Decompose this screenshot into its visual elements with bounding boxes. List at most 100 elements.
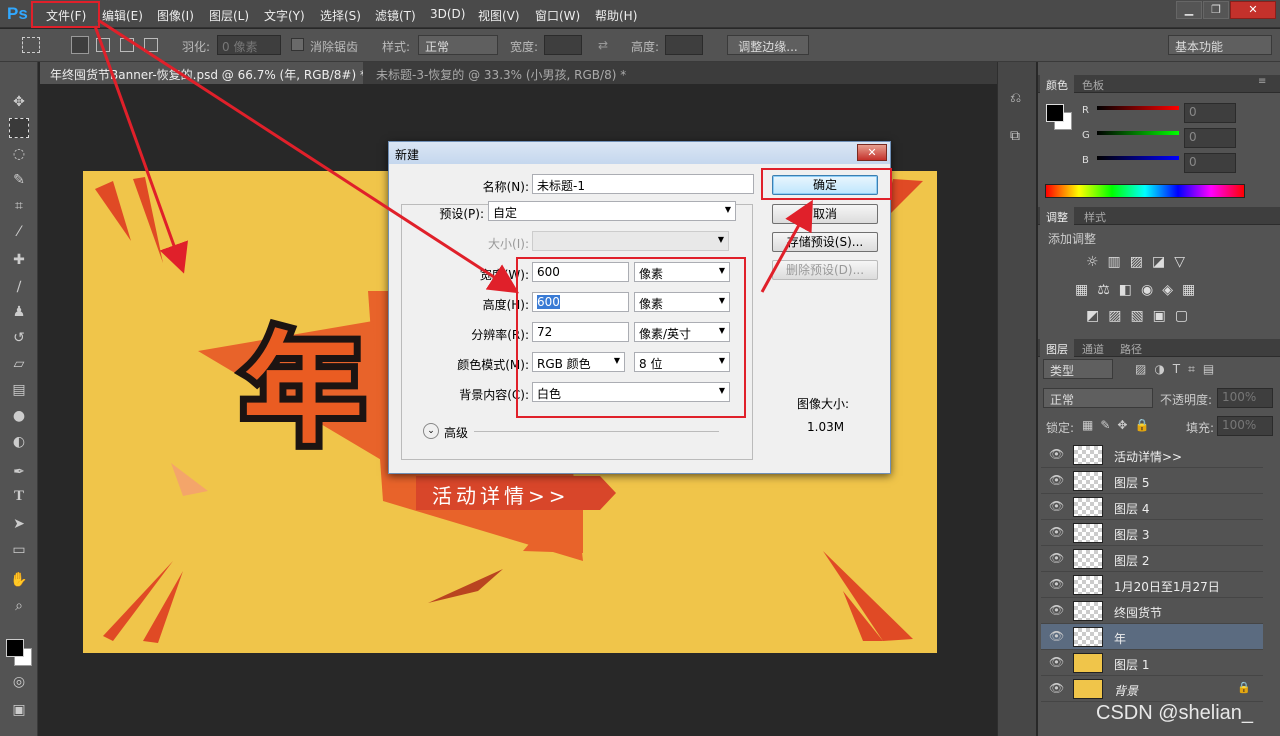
tab-color[interactable]: 颜色 bbox=[1040, 75, 1074, 95]
brush-tool-icon[interactable]: ∕ bbox=[9, 277, 29, 297]
visibility-eye-icon[interactable]: 👁 bbox=[1049, 681, 1064, 695]
layer-row[interactable]: 👁 图层 4 bbox=[1041, 494, 1263, 520]
doc-tab-inactive[interactable]: 未标题-3-恢复的 @ 33.3% (小男孩, RGB/8) * bbox=[366, 62, 631, 84]
menu-type[interactable]: 文字(Y) bbox=[264, 7, 305, 24]
pen-tool-icon[interactable]: ✒ bbox=[9, 462, 29, 482]
layer-row[interactable]: 👁 终囤货节 bbox=[1041, 598, 1263, 624]
name-input[interactable]: 未标题-1 bbox=[532, 174, 754, 194]
workspace-select[interactable]: 基本功能 bbox=[1168, 35, 1272, 55]
width-unit-select[interactable]: 像素 bbox=[634, 262, 730, 282]
layer-row-background[interactable]: 👁 背景 🔒 bbox=[1041, 676, 1263, 702]
channel-b-value[interactable]: 0 bbox=[1184, 153, 1236, 173]
bit-depth-select[interactable]: 8 位 bbox=[634, 352, 730, 372]
adjustment-icons-row-1[interactable]: ☼▥▨◪▽ bbox=[1086, 254, 1194, 270]
fill-input[interactable]: 100% bbox=[1217, 416, 1273, 436]
crop-tool-icon[interactable]: ⌗ bbox=[9, 196, 29, 216]
menu-layer[interactable]: 图层(L) bbox=[209, 7, 249, 24]
layer-row[interactable]: 👁 图层 3 bbox=[1041, 520, 1263, 546]
resolution-unit-select[interactable]: 像素/英寸 bbox=[634, 322, 730, 342]
height-unit-select[interactable]: 像素 bbox=[634, 292, 730, 312]
visibility-eye-icon[interactable]: 👁 bbox=[1049, 551, 1064, 565]
visibility-eye-icon[interactable]: 👁 bbox=[1049, 473, 1064, 487]
menu-help[interactable]: 帮助(H) bbox=[595, 7, 637, 24]
menu-window[interactable]: 窗口(W) bbox=[535, 7, 580, 24]
channel-r-value[interactable]: 0 bbox=[1184, 103, 1236, 123]
menu-edit[interactable]: 编辑(E) bbox=[102, 7, 143, 24]
move-tool-icon[interactable]: ✥ bbox=[9, 92, 29, 112]
visibility-eye-icon[interactable]: 👁 bbox=[1049, 525, 1064, 539]
color-mode-select[interactable]: RGB 颜色 bbox=[532, 352, 625, 372]
height-input[interactable] bbox=[665, 35, 703, 55]
panel-menu-icon[interactable]: ≡ bbox=[1258, 76, 1266, 87]
layer-row[interactable]: 👁 图层 2 bbox=[1041, 546, 1263, 572]
menu-filter[interactable]: 滤镜(T) bbox=[375, 7, 416, 24]
layer-row[interactable]: 👁 图层 1 bbox=[1041, 650, 1263, 676]
visibility-eye-icon[interactable]: 👁 bbox=[1049, 655, 1064, 669]
intersect-selection-icon[interactable] bbox=[144, 38, 158, 52]
lasso-tool-icon[interactable]: ◌ bbox=[9, 144, 29, 164]
menu-select[interactable]: 选择(S) bbox=[320, 7, 361, 24]
refine-edge-button[interactable]: 调整边缘... bbox=[727, 35, 809, 55]
subtract-selection-icon[interactable] bbox=[120, 38, 134, 52]
minimize-button[interactable]: ▁ bbox=[1176, 1, 1202, 19]
screen-mode-icon[interactable]: ▣ bbox=[9, 700, 29, 720]
properties-panel-icon[interactable]: ⧉ bbox=[1010, 128, 1020, 144]
color-fg-swatch-front[interactable] bbox=[1046, 104, 1064, 122]
layer-row[interactable]: 👁 1月20日至1月27日 bbox=[1041, 572, 1263, 598]
layer-row-selected[interactable]: 👁 年 bbox=[1041, 624, 1263, 650]
channel-g-value[interactable]: 0 bbox=[1184, 128, 1236, 148]
history-brush-icon[interactable]: ↺ bbox=[9, 328, 29, 348]
lock-icons[interactable]: ▦✎✥🔒 bbox=[1082, 418, 1156, 432]
visibility-eye-icon[interactable]: 👁 bbox=[1049, 603, 1064, 617]
save-preset-button[interactable]: 存储预设(S)... bbox=[772, 232, 878, 252]
width-input[interactable] bbox=[544, 35, 582, 55]
tab-layers[interactable]: 图层 bbox=[1040, 339, 1074, 359]
marquee-tool-icon[interactable] bbox=[9, 118, 29, 138]
visibility-eye-icon[interactable]: 👁 bbox=[1049, 629, 1064, 643]
menu-3d[interactable]: 3D(D) bbox=[430, 7, 465, 21]
tab-adjustments[interactable]: 调整 bbox=[1040, 207, 1074, 227]
cancel-button[interactable]: 取消 bbox=[772, 204, 878, 224]
healing-brush-icon[interactable]: ✚ bbox=[9, 250, 29, 270]
visibility-eye-icon[interactable]: 👁 bbox=[1049, 447, 1064, 461]
style-select[interactable]: 正常 bbox=[418, 35, 498, 55]
blur-tool-icon[interactable]: ● bbox=[9, 406, 29, 426]
menu-file[interactable]: 文件(F) bbox=[46, 7, 86, 24]
tab-channels[interactable]: 通道 bbox=[1076, 339, 1110, 359]
new-selection-icon[interactable] bbox=[71, 36, 89, 54]
blend-mode-select[interactable]: 正常 bbox=[1043, 388, 1153, 408]
adjustment-icons-row-3[interactable]: ◩▨▧▣▢ bbox=[1086, 308, 1197, 324]
path-select-icon[interactable]: ➤ bbox=[9, 514, 29, 534]
foreground-color-swatch-front[interactable] bbox=[6, 639, 24, 657]
height-input[interactable]: 600 bbox=[532, 292, 629, 312]
visibility-eye-icon[interactable]: 👁 bbox=[1049, 577, 1064, 591]
opacity-input[interactable]: 100% bbox=[1217, 388, 1273, 408]
advanced-toggle-icon[interactable]: ⌄ bbox=[423, 423, 439, 439]
channel-r-slider[interactable] bbox=[1097, 106, 1179, 110]
color-spectrum-bar[interactable] bbox=[1045, 184, 1245, 198]
resolution-input[interactable]: 72 bbox=[532, 322, 629, 342]
add-selection-icon[interactable] bbox=[96, 38, 110, 52]
tab-styles[interactable]: 样式 bbox=[1078, 207, 1112, 227]
ok-button[interactable]: 确定 bbox=[772, 175, 878, 195]
clone-stamp-icon[interactable]: ♟ bbox=[9, 302, 29, 322]
background-contents-select[interactable]: 白色 bbox=[532, 382, 730, 402]
history-panel-icon[interactable]: ⎌ bbox=[1010, 90, 1021, 106]
quick-select-tool-icon[interactable]: ✎ bbox=[9, 170, 29, 190]
doc-tab-active[interactable]: 年终囤货节Banner-恢复的.psd @ 66.7% (年, RGB/8#) … bbox=[40, 62, 363, 84]
hand-tool-icon[interactable]: ✋ bbox=[9, 570, 29, 590]
antialias-checkbox[interactable] bbox=[291, 38, 304, 51]
feather-input[interactable]: 0 像素 bbox=[217, 35, 281, 55]
gradient-tool-icon[interactable]: ▤ bbox=[9, 380, 29, 400]
marquee-tool-preset-icon[interactable] bbox=[22, 37, 40, 53]
restore-button[interactable]: ❐ bbox=[1203, 1, 1229, 19]
channel-b-slider[interactable] bbox=[1097, 156, 1179, 160]
layer-row[interactable]: 👁 图层 5 bbox=[1041, 468, 1263, 494]
tab-paths[interactable]: 路径 bbox=[1114, 339, 1148, 359]
menu-image[interactable]: 图像(I) bbox=[157, 7, 194, 24]
visibility-eye-icon[interactable]: 👁 bbox=[1049, 499, 1064, 513]
layer-filter-select[interactable]: 类型 bbox=[1043, 359, 1113, 379]
menu-view[interactable]: 视图(V) bbox=[478, 7, 520, 24]
eraser-tool-icon[interactable]: ▱ bbox=[9, 354, 29, 374]
channel-g-slider[interactable] bbox=[1097, 131, 1179, 135]
